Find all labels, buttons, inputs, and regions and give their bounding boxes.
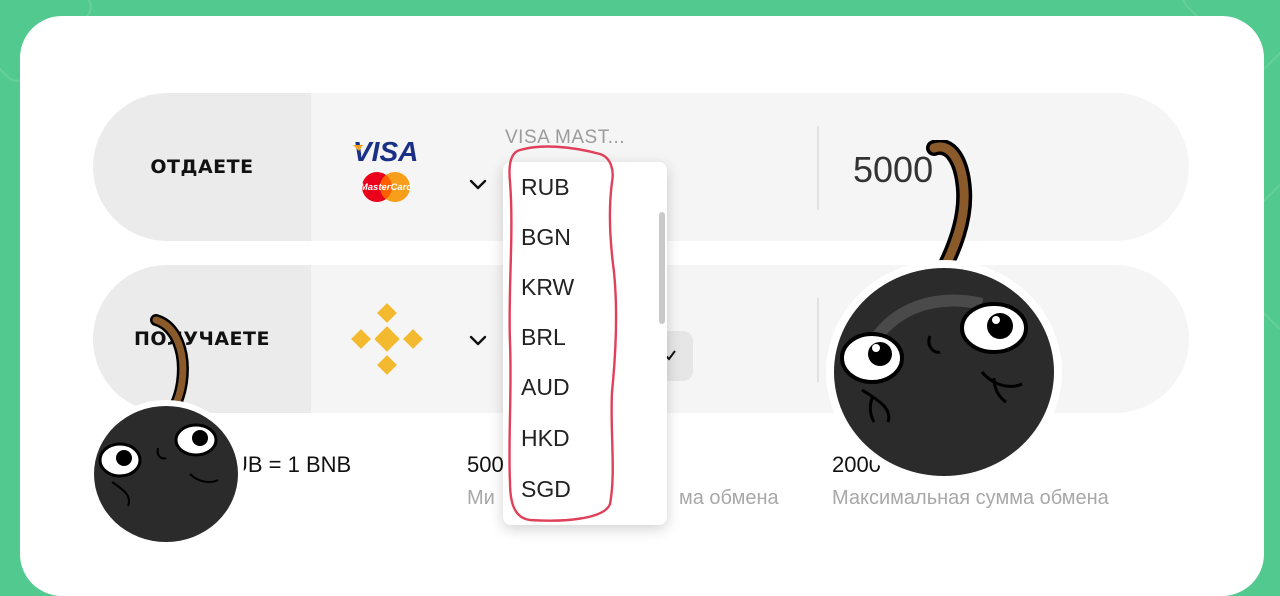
currency-option[interactable]: AUD	[521, 374, 570, 401]
currency-option[interactable]: BRL	[521, 324, 566, 351]
min-amount-value: 500	[467, 452, 504, 477]
currency-dropdown: RUB BGN KRW BRL AUD HKD SGD	[503, 162, 667, 525]
exchange-rate: UB = 1 BNB	[232, 452, 352, 477]
give-divider	[817, 126, 819, 210]
give-method-name[interactable]: VISA MAST...	[505, 127, 625, 149]
visa-logo-text: VISA	[353, 137, 418, 167]
mastercard-logo-text: MasterCard	[360, 182, 412, 193]
give-label: ОТДАЕТЕ	[150, 156, 254, 178]
currency-option[interactable]: RUB	[521, 174, 570, 201]
currency-option[interactable]: HKD	[521, 425, 570, 452]
currency-option[interactable]: SGD	[521, 476, 571, 503]
max-amount-label: Максимальная сумма обмена	[832, 487, 1109, 509]
dropdown-scroll-thumb[interactable]	[659, 212, 665, 324]
give-method-chevron-down-icon[interactable]	[469, 179, 487, 190]
min-amount-label-right: ма обмена	[679, 487, 779, 509]
binance-icon[interactable]	[349, 302, 425, 376]
give-label-zone: ОТДАЕТЕ	[93, 93, 311, 241]
min-amount-label-left: Ми	[467, 487, 495, 509]
currency-option[interactable]: KRW	[521, 274, 574, 301]
dropdown-scrollbar[interactable]	[657, 162, 667, 525]
currency-option[interactable]: BGN	[521, 224, 571, 251]
cherry-sticker-small	[88, 314, 244, 548]
receive-method-chevron-down-icon[interactable]	[469, 335, 487, 346]
cherry-sticker-large	[826, 140, 1062, 484]
visa-mastercard-icon[interactable]: VISA MasterCard	[349, 136, 425, 203]
receive-divider	[817, 298, 819, 382]
